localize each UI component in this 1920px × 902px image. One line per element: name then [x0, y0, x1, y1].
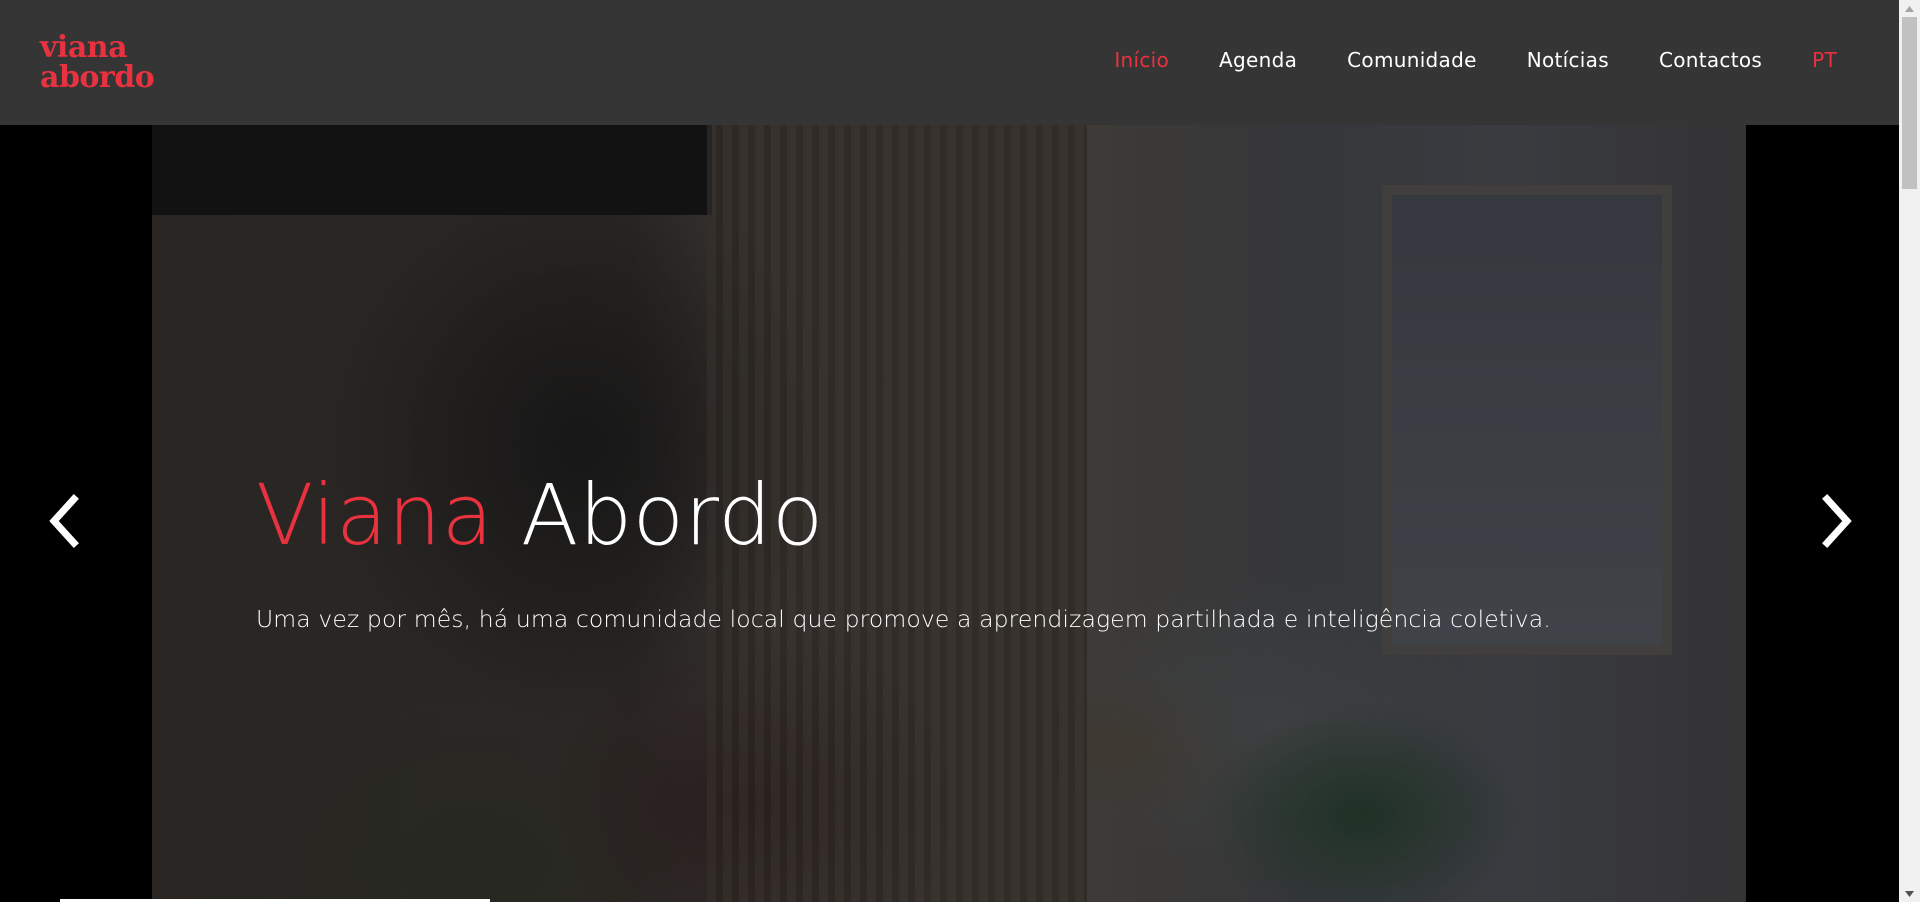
scroll-up-button[interactable] — [1899, 0, 1920, 17]
carousel-next-button[interactable] — [1817, 493, 1857, 549]
site-logo[interactable]: viana abordo — [40, 30, 155, 95]
hero-subtitle: Uma vez por mês, há uma comunidade local… — [256, 605, 1551, 633]
page-scrollbar[interactable] — [1899, 0, 1920, 902]
language-switcher[interactable]: PT — [1812, 48, 1837, 72]
page: viana abordo Início Agenda Comunidade No… — [0, 0, 1920, 902]
hero-title-rest: Abordo — [520, 466, 824, 564]
carousel-prev-button[interactable] — [44, 493, 84, 549]
scroll-down-arrow-icon — [1905, 890, 1914, 897]
nav-item-noticias[interactable]: Notícias — [1527, 48, 1609, 72]
scroll-thumb[interactable] — [1902, 17, 1917, 189]
scroll-down-button[interactable] — [1899, 885, 1920, 902]
logo-line-1: viana — [40, 30, 128, 65]
nav-item-comunidade[interactable]: Comunidade — [1347, 48, 1477, 72]
main-nav: Início Agenda Comunidade Notícias Contac… — [1064, 48, 1837, 72]
hero-title: Viana Abordo — [256, 465, 824, 565]
logo-line-2: abordo — [40, 60, 155, 95]
chevron-left-icon — [49, 494, 79, 548]
site-header: viana abordo Início Agenda Comunidade No… — [0, 0, 1899, 125]
scroll-up-arrow-icon — [1905, 5, 1914, 12]
hero-carousel: Viana Abordo Uma vez por mês, há uma com… — [0, 125, 1899, 902]
nav-item-contactos[interactable]: Contactos — [1659, 48, 1762, 72]
chevron-right-icon — [1822, 494, 1852, 548]
nav-item-inicio[interactable]: Início — [1114, 48, 1169, 72]
hero-title-accent: Viana — [256, 466, 494, 564]
nav-item-agenda[interactable]: Agenda — [1219, 48, 1297, 72]
